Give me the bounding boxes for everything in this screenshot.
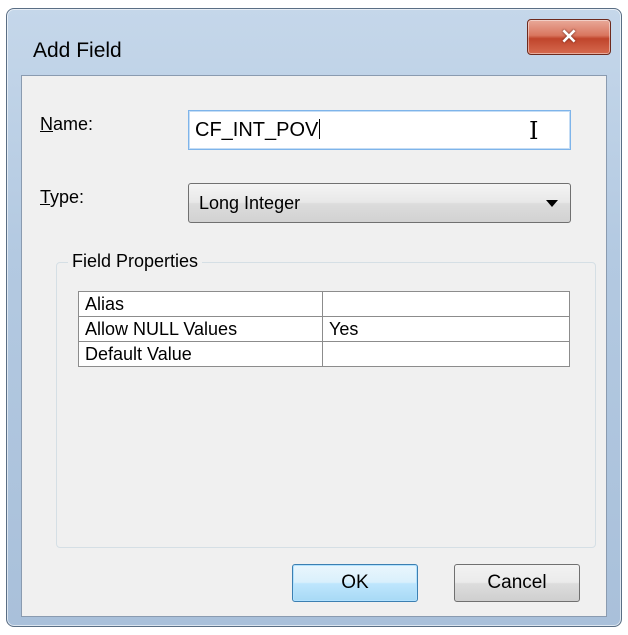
cancel-button[interactable]: Cancel xyxy=(454,564,580,602)
property-value[interactable] xyxy=(322,341,570,367)
dialog-body: Name: CF_INT_POV I Type: Long Integer Fi… xyxy=(21,75,607,617)
property-name: Default Value xyxy=(78,341,323,367)
type-label-text: ype: xyxy=(50,187,85,207)
type-label-accelerator: T xyxy=(40,187,51,207)
table-row[interactable]: Alias xyxy=(78,291,570,317)
close-button[interactable]: × xyxy=(527,19,611,55)
chevron-down-icon[interactable] xyxy=(546,200,558,207)
table-row[interactable]: Default Value xyxy=(78,341,570,367)
field-properties-grid: Alias Allow NULL Values Yes Default Valu… xyxy=(78,291,570,367)
type-dropdown[interactable]: Long Integer xyxy=(188,183,571,223)
name-label-accelerator: N xyxy=(40,114,53,134)
text-caret xyxy=(319,119,321,139)
title-bar[interactable]: Add Field × xyxy=(7,9,621,75)
type-dropdown-value: Long Integer xyxy=(199,193,301,213)
property-value[interactable]: Yes xyxy=(322,316,570,342)
add-field-dialog: Add Field × Name: CF_INT_POV I Type: Lon… xyxy=(6,8,622,627)
field-properties-title: Field Properties xyxy=(68,251,203,272)
property-value[interactable] xyxy=(322,291,570,317)
type-label: Type: xyxy=(40,187,84,208)
ok-button[interactable]: OK xyxy=(292,564,418,602)
close-icon: × xyxy=(559,24,579,49)
name-field[interactable]: CF_INT_POV I xyxy=(188,110,571,150)
name-field-value: CF_INT_POV xyxy=(195,119,319,141)
name-label: Name: xyxy=(40,114,93,135)
window-title: Add Field xyxy=(33,39,122,62)
table-row[interactable]: Allow NULL Values Yes xyxy=(78,316,570,342)
property-name: Alias xyxy=(78,291,323,317)
name-label-text: ame: xyxy=(53,114,94,134)
property-name: Allow NULL Values xyxy=(78,316,323,342)
text-cursor-icon: I xyxy=(529,117,539,145)
